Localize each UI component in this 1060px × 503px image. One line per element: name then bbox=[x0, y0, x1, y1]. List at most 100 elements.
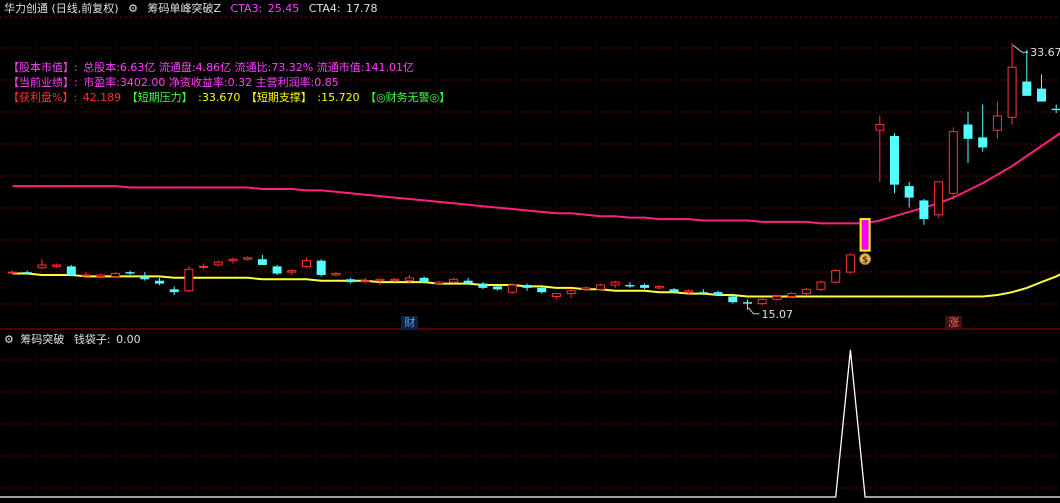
candle bbox=[713, 290, 723, 296]
candle-body bbox=[493, 286, 503, 290]
candle bbox=[257, 254, 267, 265]
candle bbox=[22, 270, 32, 274]
pressure-value: :33.670 bbox=[198, 91, 241, 104]
candle bbox=[890, 133, 899, 194]
cta4-label: CTA4: bbox=[308, 2, 341, 15]
candle bbox=[948, 127, 958, 200]
candle bbox=[316, 259, 326, 277]
candle-body bbox=[228, 258, 238, 262]
candle bbox=[859, 218, 871, 253]
pressure-label: 【短期压力】 bbox=[126, 91, 193, 104]
candle bbox=[346, 277, 356, 284]
info-line-2: 【当前业绩】: 市盈率:3402.00 净资收益率:0.32 主营利润率:0.8… bbox=[8, 75, 341, 90]
candle-body bbox=[463, 280, 473, 284]
candle-body bbox=[610, 281, 620, 286]
candle bbox=[625, 282, 635, 288]
candle bbox=[640, 283, 650, 290]
profit-value: 42.189 bbox=[82, 91, 122, 104]
profit-label: 【获利盘%】: bbox=[8, 91, 78, 104]
candle bbox=[243, 256, 253, 261]
candle-body bbox=[375, 278, 385, 282]
moving-average-lines bbox=[12, 132, 1060, 298]
candle-body bbox=[184, 268, 194, 292]
candle bbox=[654, 285, 664, 290]
candle-body bbox=[1022, 81, 1032, 96]
share-text: 总股本:6.63亿 流通盘:4.86亿 流通比:73.32% 流通市值:141.… bbox=[83, 61, 414, 74]
candle-body bbox=[96, 274, 106, 277]
candle-body bbox=[140, 276, 150, 280]
candle-body bbox=[419, 277, 429, 283]
share-label: 【股本市值】: bbox=[8, 61, 78, 74]
candle bbox=[66, 264, 76, 275]
cta4-value: 17.78 bbox=[346, 2, 378, 15]
candle bbox=[845, 253, 855, 274]
candle-body bbox=[169, 289, 179, 293]
zhang-marker[interactable]: 涨 bbox=[945, 316, 963, 330]
candle-body bbox=[478, 283, 488, 288]
candle-body bbox=[110, 273, 120, 277]
warning-text: 【◎财务无警◎】 bbox=[365, 91, 451, 104]
candle bbox=[1037, 74, 1046, 102]
candle-body bbox=[272, 266, 282, 274]
yellow-ma-line bbox=[12, 272, 1060, 298]
candle-body bbox=[404, 277, 414, 282]
candle bbox=[831, 269, 841, 284]
low-arrow bbox=[748, 307, 760, 315]
candle-body bbox=[684, 290, 694, 293]
candle bbox=[522, 283, 532, 291]
candle bbox=[125, 270, 135, 275]
candle-body bbox=[507, 284, 517, 293]
candle-body bbox=[625, 285, 635, 287]
candle bbox=[360, 277, 370, 284]
signal-candle-body bbox=[859, 218, 871, 252]
perf-text: 市盈率:3402.00 净资收益率:0.32 主营利润率:0.85 bbox=[83, 76, 339, 89]
candle bbox=[934, 181, 944, 218]
perf-label: 【当前业绩】: bbox=[8, 76, 78, 89]
candle-body bbox=[919, 200, 929, 220]
candle bbox=[228, 257, 238, 264]
candle-body bbox=[845, 254, 855, 273]
cta3-label: CTA3: bbox=[230, 2, 263, 15]
candle-body bbox=[331, 273, 341, 276]
candle bbox=[140, 272, 150, 281]
candle-body bbox=[904, 186, 914, 198]
candle-body bbox=[992, 115, 1002, 131]
cta3-value: 25.45 bbox=[267, 2, 300, 15]
candle bbox=[992, 101, 1002, 139]
candle-body bbox=[213, 261, 223, 266]
candle bbox=[566, 289, 576, 298]
candle bbox=[816, 280, 826, 291]
candle-body bbox=[772, 295, 782, 300]
candle-body bbox=[581, 287, 591, 290]
candle bbox=[904, 181, 914, 208]
candle bbox=[199, 263, 209, 270]
candle bbox=[596, 283, 605, 291]
candle-body bbox=[757, 298, 767, 305]
candle-body bbox=[52, 264, 62, 267]
gear-icon[interactable]: ⚙ bbox=[128, 2, 138, 15]
candle bbox=[52, 263, 62, 268]
support-value: :15.720 bbox=[317, 91, 360, 104]
candle-body bbox=[743, 302, 752, 304]
candle-body bbox=[890, 135, 899, 185]
candle bbox=[81, 272, 91, 277]
gear-icon-sub[interactable]: ⚙ bbox=[4, 333, 14, 346]
candle-body bbox=[155, 280, 164, 284]
candle-body bbox=[831, 270, 841, 283]
candle bbox=[507, 283, 517, 294]
candle-body bbox=[816, 281, 826, 290]
candle bbox=[302, 257, 311, 268]
cai-marker[interactable]: 财 bbox=[401, 316, 419, 330]
candle bbox=[213, 260, 223, 267]
candle-body bbox=[243, 257, 253, 260]
support-label: 【短期支撑】 bbox=[245, 91, 312, 104]
candle-body bbox=[81, 274, 91, 277]
candle bbox=[8, 270, 17, 274]
money-bag-symbol: $ bbox=[862, 256, 868, 266]
candle-body bbox=[1037, 88, 1046, 102]
sub-series-value: 0.00 bbox=[116, 333, 141, 346]
candle-body bbox=[66, 266, 76, 275]
candle-body bbox=[346, 279, 356, 283]
candle-body bbox=[522, 285, 532, 288]
candle-body bbox=[934, 181, 944, 216]
